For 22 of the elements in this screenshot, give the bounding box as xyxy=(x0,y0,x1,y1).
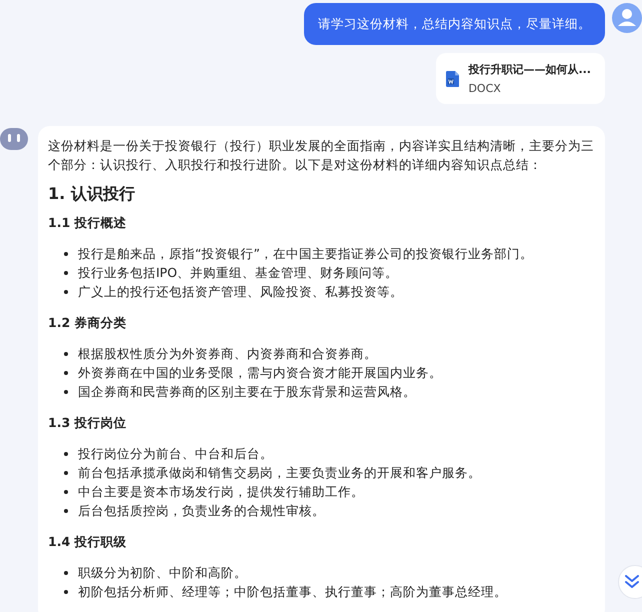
subsection-heading: 1.4 投行职级 xyxy=(48,533,128,551)
bullet-text: 职级分为初阶、中阶和高阶。 xyxy=(78,564,247,582)
bullet-text: 投行是舶来品，原指“投资银行”，在中国主要指证券公司的投资银行业务部门。 xyxy=(78,245,533,263)
user-message: 请学习这份材料，总结内容知识点，尽量详细。 xyxy=(304,3,605,45)
bullet-text: 初阶包括分析师、经理等；中阶包括董事、执行董事；高阶为董事总经理。 xyxy=(78,583,507,601)
bullet-text: 前台包括承揽承做岗和销售交易岗，主要负责业务的开展和客户服务。 xyxy=(78,464,481,482)
file-name: 投行升职记——如何从... xyxy=(468,62,591,77)
bullet-text: 外资券商在中国的业务受限，需与内资合资才能开展国内业务。 xyxy=(78,364,442,382)
bullet-text: 广义上的投行还包括资产管理、风险投资、私募投资等。 xyxy=(78,283,403,301)
subsection-heading: 1.2 券商分类 xyxy=(48,314,128,332)
bullet-text: 根据股权性质分为外资券商、内资券商和合资券商。 xyxy=(78,345,377,363)
bullet-text: 中台主要是资本市场发行岗，提供发行辅助工作。 xyxy=(78,483,364,501)
file-type: DOCX xyxy=(468,82,502,95)
attachment-card[interactable]: 投行升职记——如何从... DOCX xyxy=(436,53,605,104)
subsection-heading: 1.3 投行岗位 xyxy=(48,414,128,432)
bullet-text: 投行业务包括IPO、并购重组、基金管理、财务顾问等。 xyxy=(78,264,398,282)
bullet-text: 国企券商和民营券商的区别主要在于股东背景和运营风格。 xyxy=(78,383,416,401)
bullet-text: 投行岗位分为前台、中台和后台。 xyxy=(78,445,273,463)
bullet-text: 后台包括质控岗，负责业务的合规性审核。 xyxy=(78,502,325,520)
subsection-heading: 1.1 投行概述 xyxy=(48,214,128,232)
answer-paragraph: 这份材料是一份关于投资银行（投行）职业发展的全面指南，内容详实且结构清晰，主要分为三个部分：认识投行、入职投行和投行进阶。以下是对这份材料的详细内容知识点总结： xyxy=(48,137,595,174)
section-heading: 1. 认识投行 xyxy=(48,183,136,205)
